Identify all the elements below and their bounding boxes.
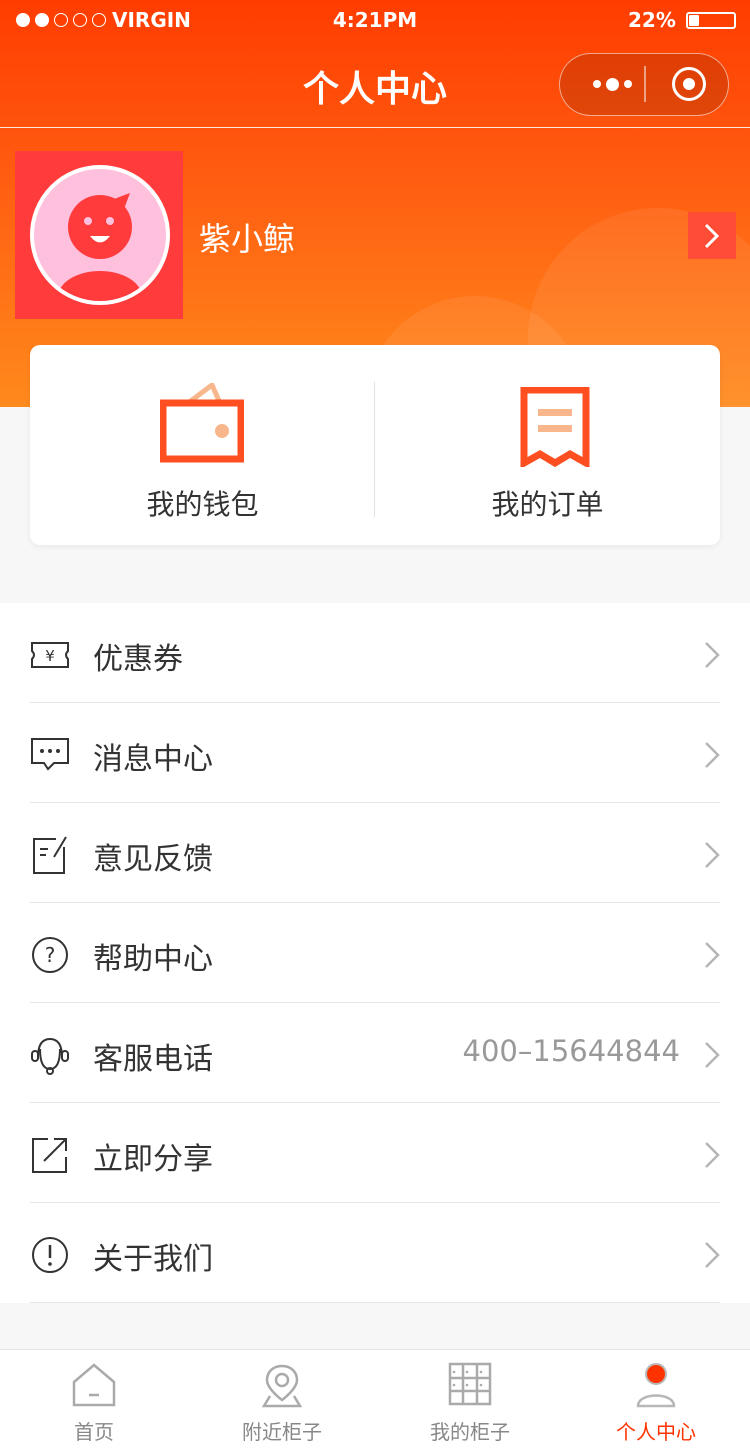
menu-list: ¥ 优惠券 消息中心 意见反馈 ? 帮助中心 客服电话 400–15644844…: [0, 603, 750, 1303]
customer-service-icon: [31, 1037, 69, 1075]
menu-item-label: 立即分享: [93, 1142, 213, 1177]
chevron-right-icon: [705, 742, 720, 768]
more-menu-button[interactable]: [582, 54, 642, 114]
my-orders-button[interactable]: 我的订单: [375, 345, 720, 545]
quick-action-label: 我的钱包: [146, 488, 259, 521]
svg-text:?: ?: [45, 943, 56, 967]
username[interactable]: 紫小鲸: [199, 214, 295, 260]
quick-action-label: 我的订单: [491, 488, 604, 521]
miniprogram-capsule: [559, 53, 729, 116]
avatar-image: [30, 165, 170, 305]
menu-item-share[interactable]: 立即分享: [30, 1103, 720, 1203]
tab-label: 首页: [74, 1420, 114, 1444]
chevron-right-icon: [705, 1242, 720, 1268]
avatar[interactable]: [15, 151, 183, 319]
tab-label: 我的柜子: [430, 1420, 510, 1444]
battery-icon: [686, 12, 736, 29]
user-icon: [636, 1363, 676, 1408]
menu-item-label: 关于我们: [93, 1242, 213, 1277]
profile-detail-button[interactable]: [688, 212, 736, 259]
bottom-tab-bar: 首页 附近柜子 我的柜子 个人中心: [0, 1349, 750, 1448]
home-icon: [72, 1363, 116, 1407]
tab-my-lockers[interactable]: 我的柜子: [376, 1350, 564, 1448]
menu-item-label: 优惠券: [93, 642, 183, 677]
svg-text:¥: ¥: [45, 647, 55, 665]
info-icon: [32, 1237, 68, 1273]
menu-item-feedback[interactable]: 意见反馈: [30, 803, 720, 903]
menu-item-messages[interactable]: 消息中心: [30, 703, 720, 803]
battery-percent: 22%: [628, 8, 676, 32]
menu-item-label: 意见反馈: [93, 842, 213, 877]
locker-icon: [448, 1362, 492, 1406]
chevron-right-icon: [704, 223, 720, 248]
location-pin-icon: [261, 1364, 303, 1408]
chevron-right-icon: [705, 1042, 720, 1068]
chevron-right-icon: [705, 942, 720, 968]
close-miniprogram-button[interactable]: [672, 67, 706, 101]
tab-nearby-lockers[interactable]: 附近柜子: [188, 1350, 376, 1448]
tab-label: 个人中心: [616, 1420, 696, 1444]
customer-service-phone: 400–15644844: [462, 1034, 680, 1068]
menu-item-label: 帮助中心: [93, 942, 213, 977]
share-icon: [32, 1138, 67, 1173]
chevron-right-icon: [705, 642, 720, 668]
menu-item-help[interactable]: ? 帮助中心: [30, 903, 720, 1003]
menu-item-about[interactable]: 关于我们: [30, 1203, 720, 1303]
tab-home[interactable]: 首页: [0, 1350, 188, 1448]
chevron-right-icon: [705, 842, 720, 868]
tab-label: 附近柜子: [242, 1420, 322, 1444]
tab-profile[interactable]: 个人中心: [562, 1350, 750, 1448]
my-wallet-button[interactable]: 我的钱包: [30, 345, 375, 545]
menu-item-customer-service[interactable]: 客服电话 400–15644844: [30, 1003, 720, 1103]
avatar-face-icon: [58, 193, 142, 301]
quick-actions-card: 我的钱包 我的订单: [30, 345, 720, 545]
nav-divider: [0, 127, 750, 128]
capsule-divider: [644, 66, 646, 102]
menu-item-coupons[interactable]: ¥ 优惠券: [30, 603, 720, 703]
menu-item-label: 消息中心: [93, 742, 213, 777]
message-icon: [31, 738, 69, 771]
status-bar: VIRGIN 4:21PM 22%: [0, 0, 750, 40]
wallet-icon: [160, 383, 244, 463]
help-icon: ?: [32, 937, 68, 973]
feedback-icon: [33, 836, 67, 874]
coupon-icon: ¥: [31, 642, 69, 668]
menu-item-label: 客服电话: [93, 1042, 213, 1077]
receipt-icon: [520, 387, 590, 467]
chevron-right-icon: [705, 1142, 720, 1168]
